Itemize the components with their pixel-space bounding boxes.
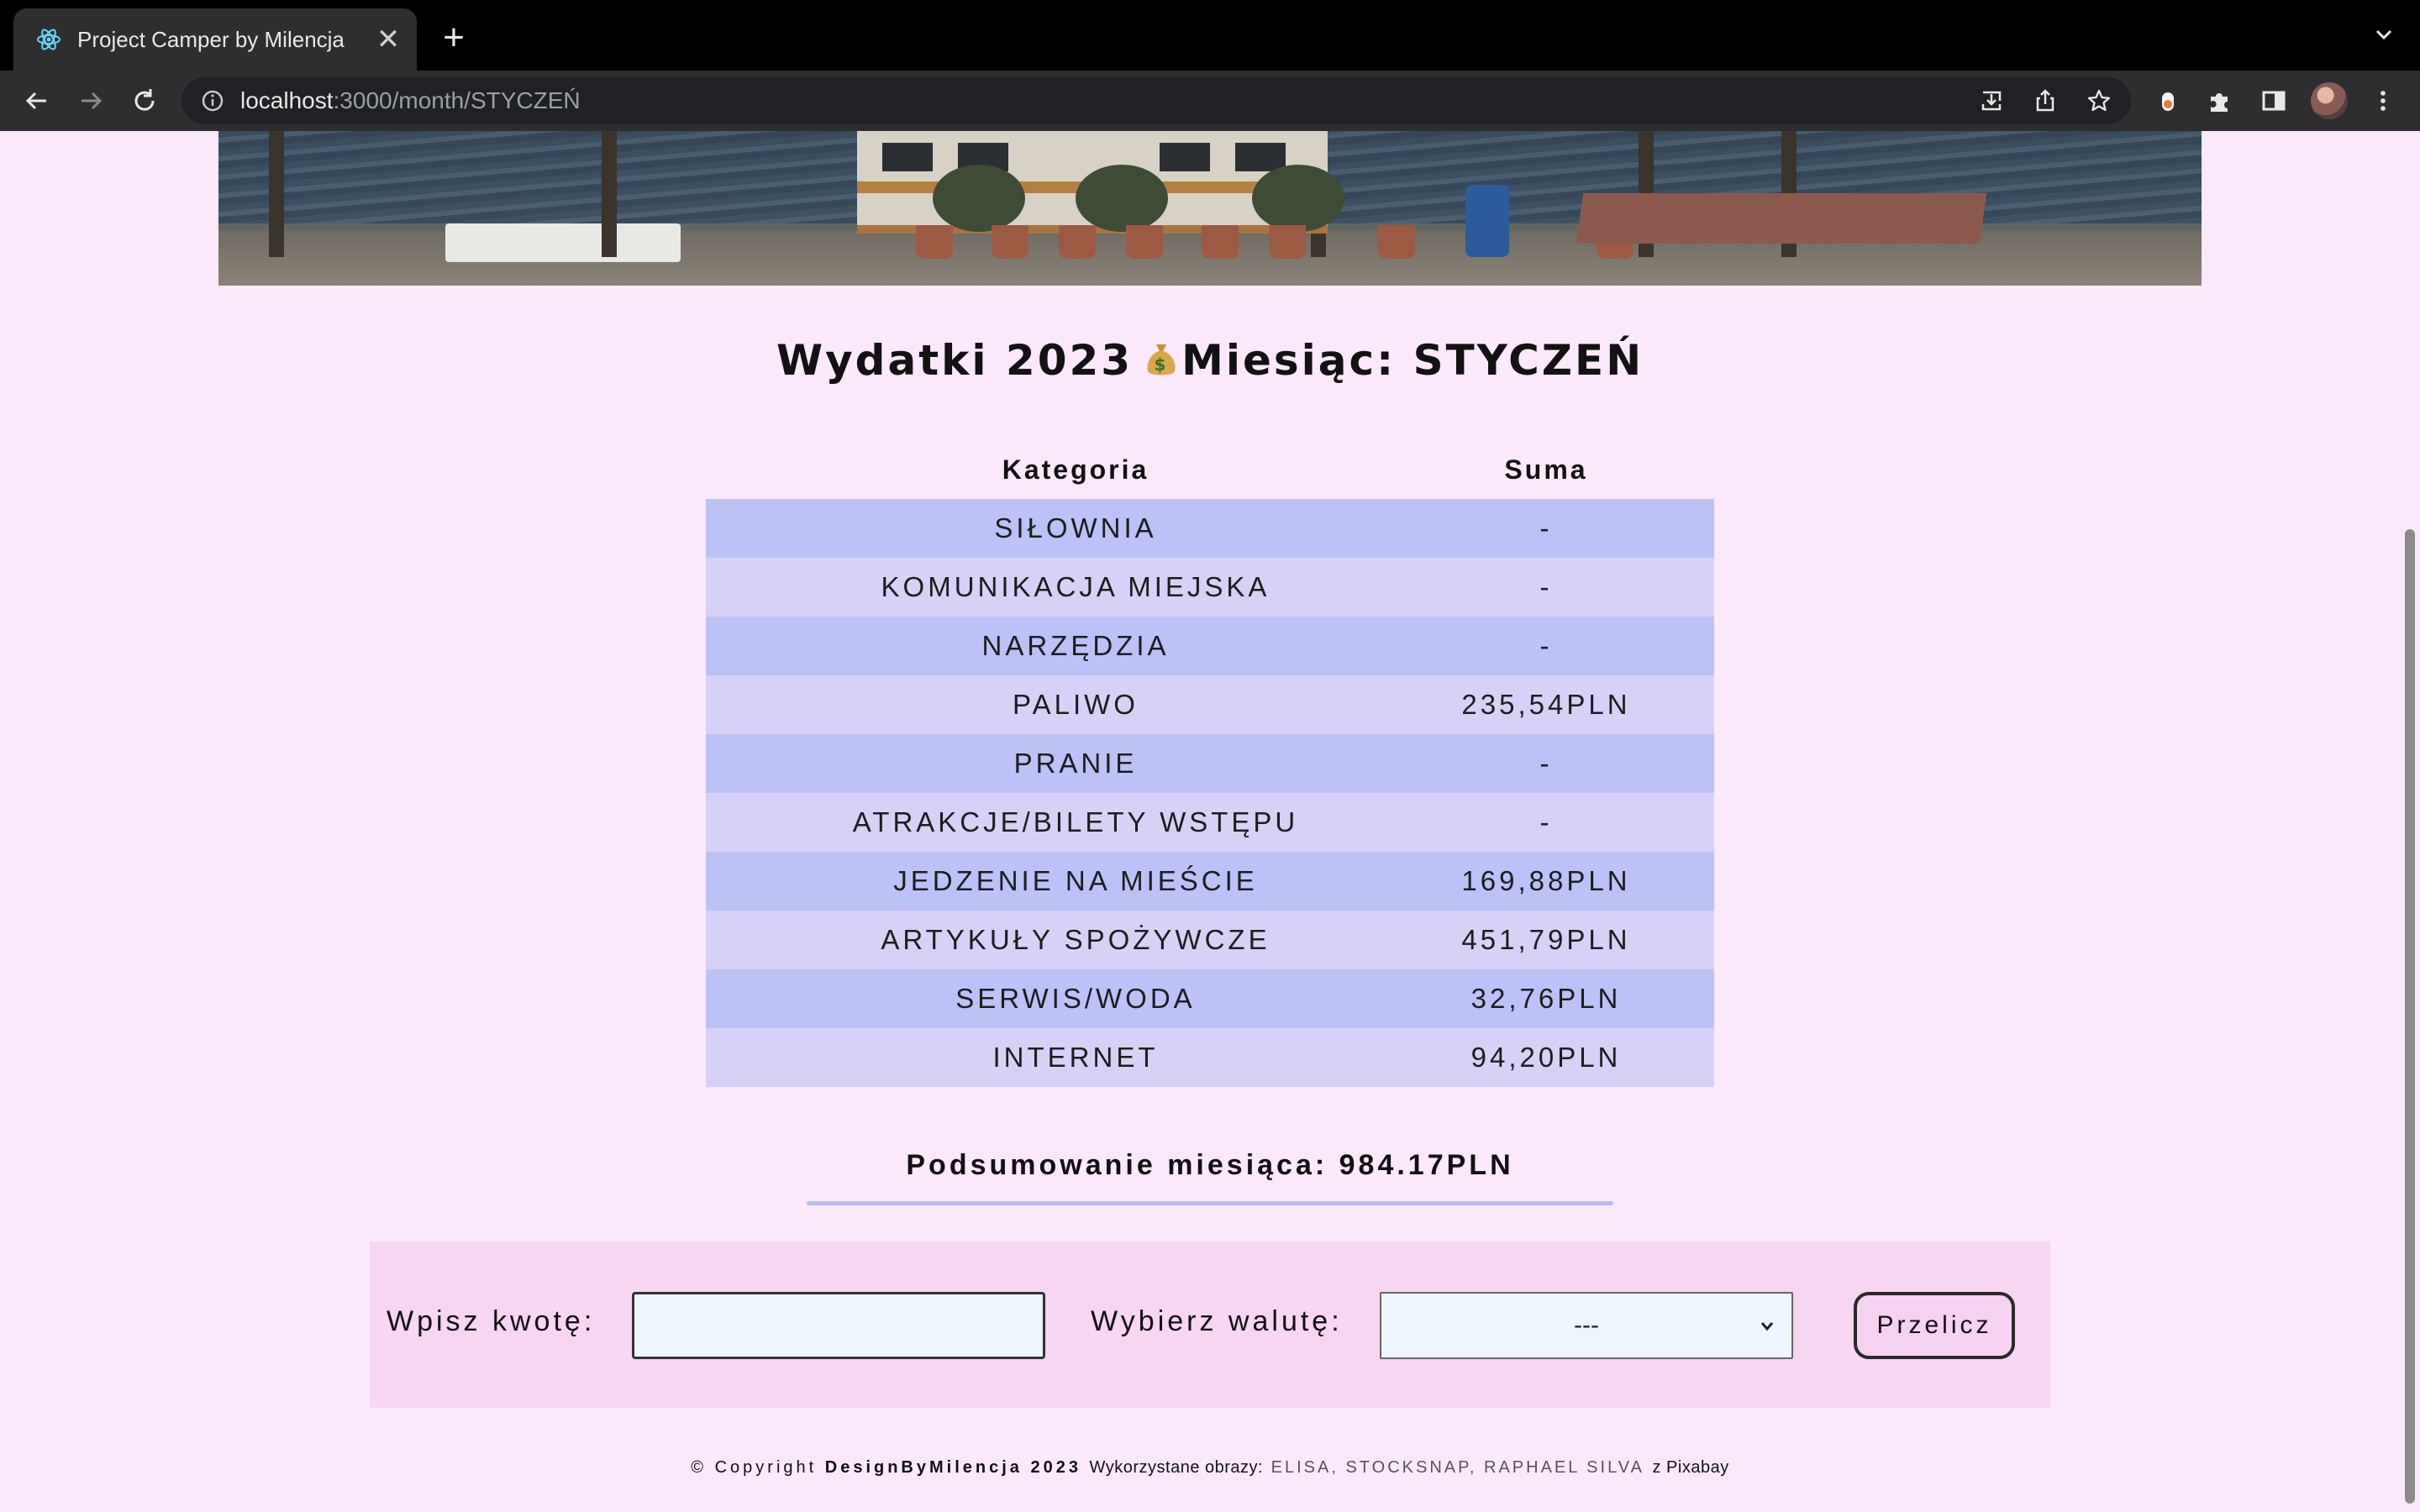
table-row: ARTYKUŁY SPOŻYWCZE 451,79PLN [706, 911, 1714, 969]
close-icon[interactable]: ✕ [371, 23, 405, 56]
plus-icon[interactable]: + [437, 19, 471, 56]
star-icon[interactable] [2082, 84, 2116, 118]
sum-cell: 451,79PLN [1403, 911, 1714, 969]
category-cell: ARTYKUŁY SPOŻYWCZE [706, 911, 1403, 969]
footer: © Copyright DesignByMilencja 2023 Wykorz… [0, 1458, 2420, 1478]
extension-icon[interactable] [2149, 82, 2186, 119]
puzzle-icon[interactable] [2202, 82, 2238, 119]
copyright-text: © Copyright [691, 1458, 818, 1477]
image-source: z Pixabay [1652, 1458, 1729, 1477]
convert-button[interactable]: Przelicz [1854, 1292, 2015, 1359]
images-credit-label: Wykorzystane obrazy: [1089, 1458, 1264, 1477]
category-cell: PALIWO [706, 675, 1403, 734]
tab-title: Project Camper by Milencja [77, 26, 345, 52]
sum-cell: - [1403, 793, 1714, 852]
summary-divider [807, 1201, 1613, 1205]
sum-cell: 169,88PLN [1403, 852, 1714, 911]
sum-cell: - [1403, 734, 1714, 793]
forward-arrow-icon[interactable] [72, 82, 109, 119]
currency-select[interactable]: --- [1380, 1292, 1793, 1359]
avatar[interactable] [2311, 82, 2348, 119]
page-scrollbar[interactable] [2405, 529, 2415, 1504]
money-bag-icon: $ [1144, 339, 1178, 376]
back-arrow-icon[interactable] [18, 82, 55, 119]
sum-cell: - [1403, 617, 1714, 675]
month-summary: Podsumowanie miesiąca: 984.17PLN [906, 1149, 1514, 1181]
svg-text:$: $ [1155, 354, 1169, 375]
category-cell: JEDZENIE NA MIEŚCIE [706, 852, 1403, 911]
sum-cell: - [1403, 558, 1714, 617]
category-cell: ATRAKCJE/BILETY WSTĘPU [706, 793, 1403, 852]
amount-input[interactable] [632, 1292, 1045, 1359]
hero-banner-image [218, 131, 2202, 286]
category-cell: PRANIE [706, 734, 1403, 793]
amount-label: Wpisz kwotę: [387, 1305, 596, 1337]
category-cell: SERWIS/WODA [706, 969, 1403, 1028]
sum-cell: 94,20PLN [1403, 1028, 1714, 1087]
browser-tab-strip: Project Camper by Milencja ✕ + [0, 0, 2420, 71]
side-panel-icon[interactable] [2255, 82, 2292, 119]
page-title: Wydatki 2023 $ Miesiąc: STYCZEŃ [776, 336, 1644, 385]
table-row: JEDZENIE NA MIEŚCIE 169,88PLN [706, 852, 1714, 911]
table-row: PALIWO 235,54PLN [706, 675, 1714, 734]
chevron-down-icon[interactable] [2373, 24, 2395, 50]
table-row: SERWIS/WODA 32,76PLN [706, 969, 1714, 1028]
footer-brand: DesignByMilencja 2023 [824, 1458, 1081, 1477]
table-header-row: Kategoria Suma [706, 440, 1714, 499]
sum-cell: - [1403, 499, 1714, 558]
address-bar[interactable]: localhost:3000/month/STYCZEŃ [182, 77, 2131, 124]
install-icon[interactable] [1975, 84, 2008, 118]
currency-label: Wybierz walutę: [1091, 1305, 1343, 1337]
table-row: INTERNET 94,20PLN [706, 1028, 1714, 1087]
more-icon[interactable] [2365, 82, 2402, 119]
table-row: SIŁOWNIA - [706, 499, 1714, 558]
table-row: NARZĘDZIA - [706, 617, 1714, 675]
share-icon[interactable] [2028, 84, 2062, 118]
table-row: ATRAKCJE/BILETY WSTĘPU - [706, 793, 1714, 852]
currency-selected-value: --- [1574, 1311, 1599, 1339]
sum-cell: 32,76PLN [1403, 969, 1714, 1028]
url-text: localhost:3000/month/STYCZEŃ [240, 87, 581, 113]
column-header-category: Kategoria [1002, 454, 1150, 485]
info-icon[interactable] [200, 88, 225, 113]
browser-toolbar: localhost:3000/month/STYCZEŃ [0, 71, 2420, 131]
reload-icon[interactable] [126, 82, 163, 119]
column-header-sum: Suma [1504, 454, 1588, 485]
table-row: KOMUNIKACJA MIEJSKA - [706, 558, 1714, 617]
image-authors: ELISA, STOCKSNAP, RAPHAEL SILVA [1270, 1458, 1644, 1477]
sum-cell: 235,54PLN [1403, 675, 1714, 734]
react-favicon-icon [34, 24, 64, 55]
currency-converter: Wpisz kwotę: Wybierz walutę: --- Przelic… [370, 1242, 2050, 1408]
table-row: PRANIE - [706, 734, 1714, 793]
category-cell: SIŁOWNIA [706, 499, 1403, 558]
category-cell: INTERNET [706, 1028, 1403, 1087]
category-cell: NARZĘDZIA [706, 617, 1403, 675]
expenses-table: Kategoria Suma SIŁOWNIA - KOMUNIKACJA MI… [706, 440, 1714, 1087]
chevron-down-icon [1754, 1314, 1780, 1339]
category-cell: KOMUNIKACJA MIEJSKA [706, 558, 1403, 617]
browser-tab[interactable]: Project Camper by Milencja ✕ [13, 8, 417, 71]
